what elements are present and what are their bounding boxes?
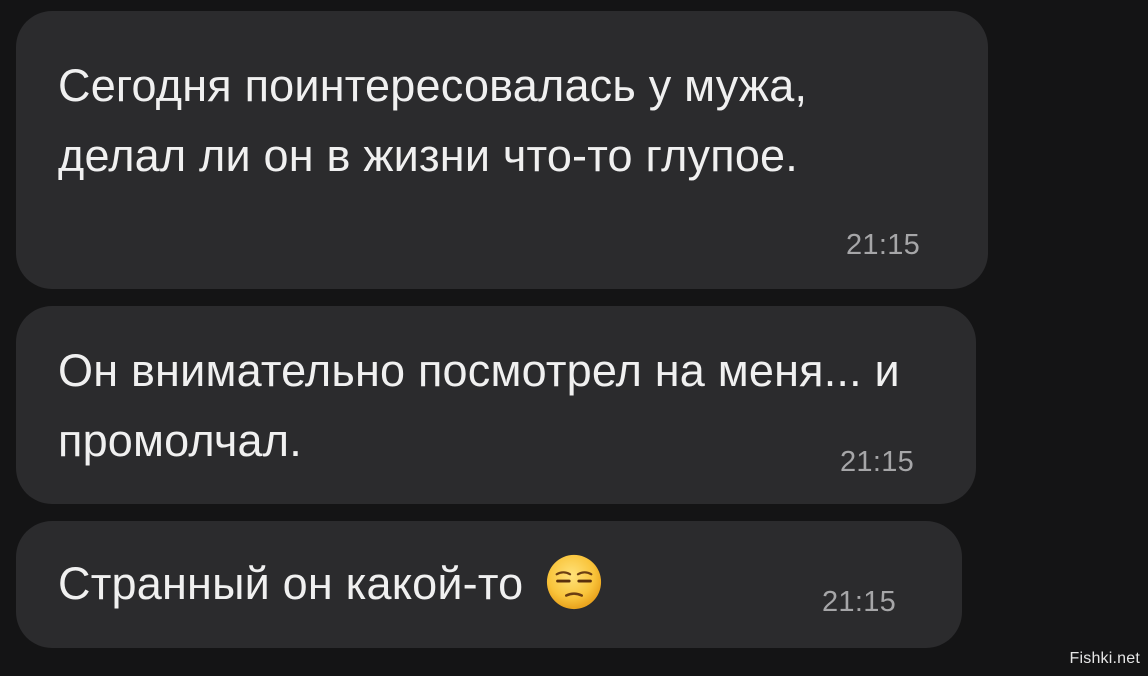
message-timestamp: 21:15: [822, 586, 897, 618]
message-text: Он внимательно посмотрел на меня... и пр…: [58, 345, 900, 466]
message-bubble[interactable]: Странный он какой-то 21:15: [16, 521, 962, 648]
message-text-row: Странный он какой-то: [58, 549, 603, 619]
message-bubble[interactable]: Сегодня поинтересовалась у мужа, делал л…: [16, 11, 988, 289]
unamused-face-emoji-icon: [547, 554, 602, 610]
message-text: Странный он какой-то: [58, 558, 524, 609]
message-text: Сегодня поинтересовалась у мужа, делал л…: [58, 60, 808, 181]
chat-thread: Сегодня поинтересовалась у мужа, делал л…: [0, 0, 1148, 676]
message-timestamp: 21:15: [846, 229, 921, 261]
watermark: Fishki.net: [1069, 650, 1140, 667]
message-timestamp: 21:15: [840, 446, 915, 478]
message-bubble[interactable]: Он внимательно посмотрел на меня... и пр…: [16, 306, 976, 504]
